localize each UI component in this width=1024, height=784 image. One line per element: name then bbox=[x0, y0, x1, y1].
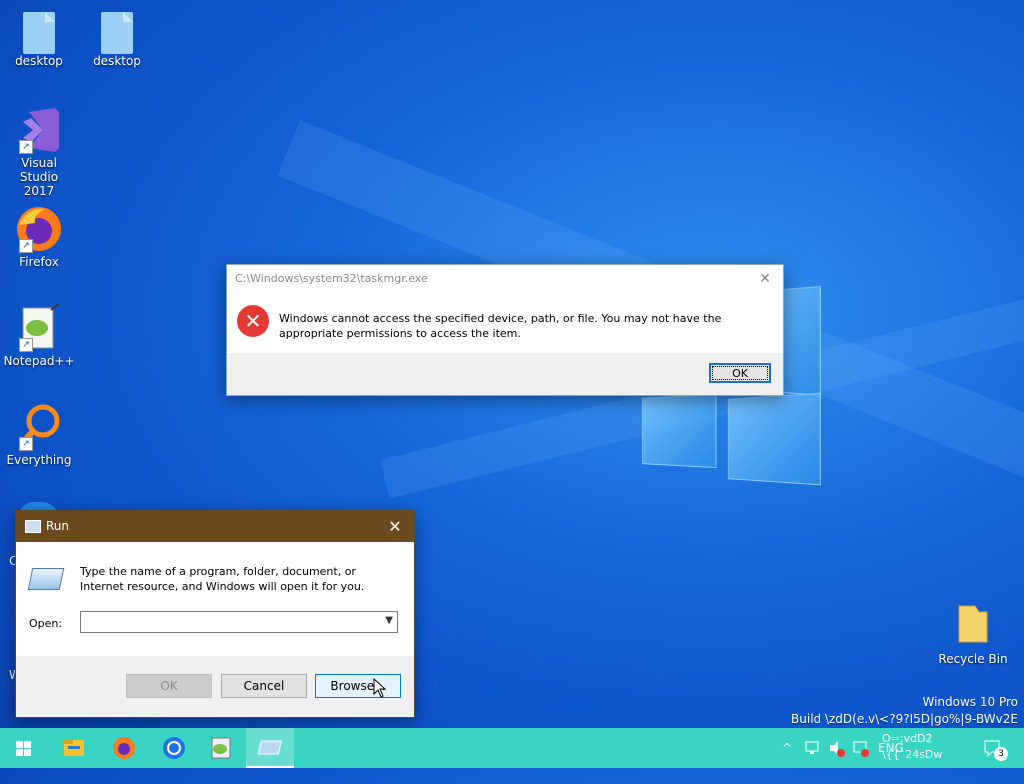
clock-line-2: \{{`24sDw bbox=[882, 748, 943, 761]
run-icon bbox=[25, 520, 41, 533]
run-dialog-close-button[interactable]: ✕ bbox=[384, 511, 406, 542]
visual-studio-icon: ↗ bbox=[15, 106, 63, 154]
error-message: Windows cannot access the specified devi… bbox=[279, 312, 722, 340]
chevron-up-icon[interactable]: ^ bbox=[782, 728, 792, 768]
desktop-icon-file[interactable]: desktop bbox=[81, 8, 153, 68]
shortcut-arrow-icon: ↗ bbox=[19, 437, 33, 451]
desktop-icon-label: desktop bbox=[93, 54, 141, 68]
run-browse-button[interactable]: Browse... bbox=[315, 674, 401, 698]
clock-line-1: O=;vdD2 bbox=[882, 732, 933, 745]
error-ok-button[interactable]: OK bbox=[709, 363, 771, 383]
taskbar-firefox[interactable] bbox=[100, 728, 148, 768]
windows-edition-watermark: Windows 10 Pro bbox=[922, 695, 1018, 709]
run-program-icon bbox=[27, 568, 65, 590]
taskbar-notepadpp[interactable] bbox=[198, 728, 246, 768]
everything-icon: ↗ bbox=[15, 403, 63, 451]
run-icon bbox=[257, 740, 282, 755]
chevron-down-icon[interactable]: ▼ bbox=[385, 615, 393, 626]
error-dialog-footer: OK bbox=[227, 353, 783, 395]
desktop-icon-label: Notepad++ bbox=[3, 354, 75, 368]
desktop-icon-firefox[interactable]: ↗ Firefox bbox=[3, 205, 75, 269]
start-icon bbox=[16, 741, 31, 756]
desktop-icon-everything[interactable]: ↗ Everything bbox=[3, 403, 75, 467]
desktop-icon-file[interactable]: desktop bbox=[3, 8, 75, 68]
volume-muted-icon[interactable] bbox=[828, 728, 846, 768]
firefox-icon: ↗ bbox=[15, 205, 63, 253]
chrome-icon bbox=[163, 737, 185, 759]
file-explorer-icon bbox=[64, 740, 84, 756]
run-dialog-titlebar: Run ✕ bbox=[16, 511, 414, 542]
run-dialog-body: Type the name of a program, folder, docu… bbox=[16, 542, 414, 656]
desktop-icon-label: Firefox bbox=[19, 255, 59, 269]
network-icon[interactable] bbox=[804, 728, 822, 768]
desktop-icon-notepadpp[interactable]: ↗ Notepad++ bbox=[3, 303, 75, 368]
open-combobox[interactable]: ▼ bbox=[80, 611, 398, 633]
open-label: Open: bbox=[29, 617, 63, 630]
desktop-icon-recycle-bin[interactable]: Recycle Bin bbox=[937, 602, 1009, 666]
recycle-bin-icon bbox=[949, 602, 997, 650]
shortcut-arrow-icon: ↗ bbox=[19, 140, 33, 154]
desktop-icon-label: Visual Studio 2017 bbox=[19, 156, 59, 198]
start-button[interactable] bbox=[0, 728, 48, 768]
run-ok-button[interactable]: OK bbox=[126, 674, 212, 698]
run-description: Type the name of a program, folder, docu… bbox=[80, 565, 365, 593]
shortcut-arrow-icon: ↗ bbox=[19, 239, 33, 253]
run-dialog: Run ✕ Type the name of a program, folder… bbox=[15, 510, 415, 718]
desktop-icon-label: Everything bbox=[6, 453, 72, 467]
file-icon bbox=[23, 12, 55, 54]
notepadpp-icon: ↗ bbox=[15, 303, 63, 352]
notification-count-badge: 3 bbox=[994, 747, 1008, 761]
file-icon bbox=[101, 12, 133, 54]
desktop-icon-visual-studio[interactable]: ↗ Visual Studio 2017 bbox=[3, 106, 75, 198]
run-cancel-button[interactable]: Cancel bbox=[221, 674, 307, 698]
build-watermark: Build \zdD(e.v\<?9?I5D|go%|9-BWv2E bbox=[791, 712, 1018, 726]
taskbar: ^ ENG O=;vdD2 \{{`24sDw 3 bbox=[0, 728, 1024, 768]
notepadpp-icon bbox=[211, 737, 231, 759]
error-icon: ✕ bbox=[237, 305, 269, 337]
error-dialog-title: C:\Windows\system32\taskmgr.exe bbox=[235, 272, 428, 285]
run-dialog-title: Run bbox=[46, 519, 70, 533]
desktop-icon-label: Recycle Bin bbox=[938, 652, 1008, 666]
taskbar-clock[interactable]: O=;vdD2 \{{`24sDw bbox=[882, 731, 962, 763]
error-dialog: C:\Windows\system32\taskmgr.exe ✕ ✕ Wind… bbox=[226, 264, 784, 396]
action-center-status-icon[interactable] bbox=[852, 728, 870, 768]
shortcut-arrow-icon: ↗ bbox=[19, 338, 33, 352]
taskbar-file-explorer[interactable] bbox=[50, 728, 98, 768]
desktop-icon-label: desktop bbox=[15, 54, 63, 68]
error-dialog-close-button[interactable]: ✕ bbox=[755, 269, 775, 289]
close-icon: ✕ bbox=[759, 271, 771, 287]
taskbar-chrome[interactable] bbox=[150, 728, 198, 768]
mouse-cursor-icon bbox=[373, 678, 387, 698]
firefox-icon bbox=[113, 737, 135, 759]
taskbar-run[interactable] bbox=[246, 728, 294, 768]
